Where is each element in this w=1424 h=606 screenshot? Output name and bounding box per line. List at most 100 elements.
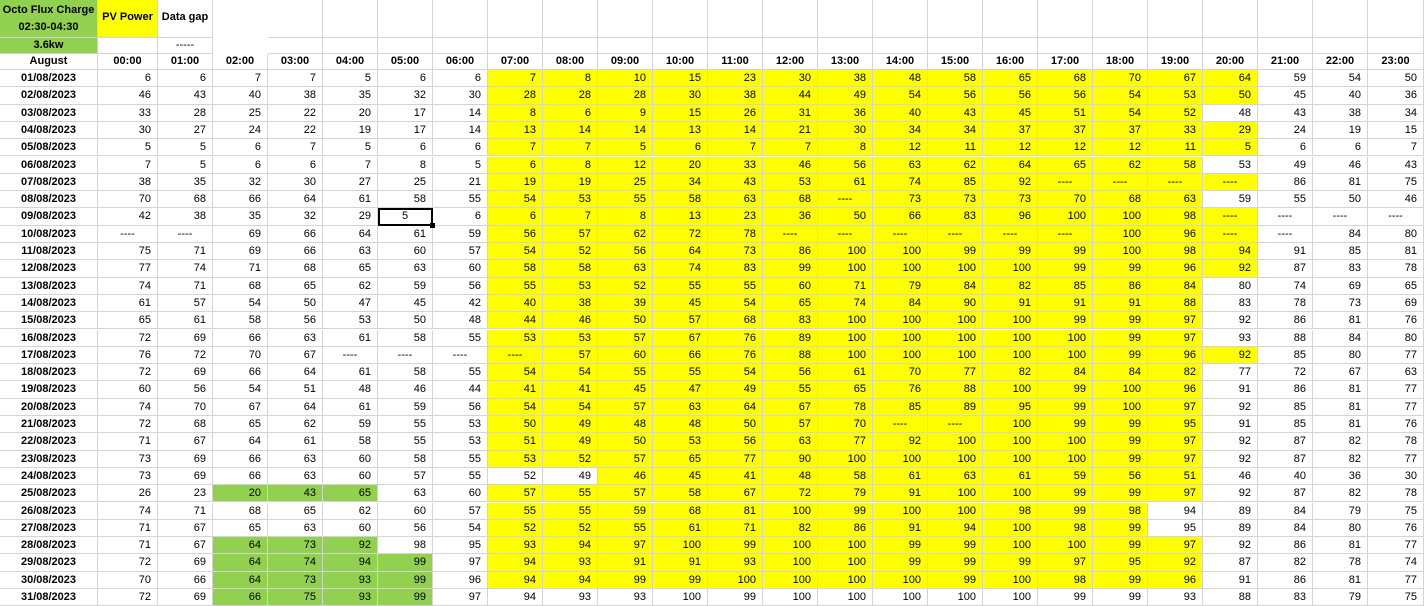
value-cell[interactable]: 64 <box>213 537 268 555</box>
value-cell[interactable]: 82 <box>1313 433 1368 451</box>
value-cell[interactable]: 73 <box>268 571 323 589</box>
data-gap-legend[interactable]: Data gap <box>158 0 213 38</box>
value-cell[interactable]: 83 <box>708 260 763 278</box>
date-cell[interactable]: 29/08/2023 <box>0 554 98 572</box>
value-cell[interactable]: 6 <box>543 104 598 122</box>
value-cell[interactable]: 81 <box>1313 571 1368 589</box>
value-cell[interactable]: 77 <box>1368 381 1424 399</box>
value-cell[interactable]: 61 <box>323 398 378 416</box>
value-cell[interactable]: 99 <box>378 571 433 589</box>
value-cell[interactable]: 54 <box>1313 70 1368 88</box>
value-cell[interactable]: 79 <box>873 277 928 295</box>
value-cell[interactable]: 60 <box>323 450 378 468</box>
value-cell[interactable]: 97 <box>1148 398 1203 416</box>
value-cell[interactable]: 85 <box>873 398 928 416</box>
value-cell[interactable]: 76 <box>1368 416 1424 434</box>
value-cell[interactable]: 61 <box>873 467 928 486</box>
value-cell[interactable]: 84 <box>873 294 928 313</box>
empty-cell[interactable] <box>1093 38 1148 54</box>
value-cell[interactable]: 44 <box>763 87 818 105</box>
spreadsheet-grid[interactable]: Octo Flux Charge 02:30-04:30 3.6kw PV Po… <box>0 0 1424 606</box>
value-cell[interactable]: 54 <box>488 191 543 209</box>
value-cell[interactable]: 60 <box>598 346 653 365</box>
empty-cell[interactable] <box>378 0 433 38</box>
value-cell[interactable]: 42 <box>433 294 488 313</box>
value-cell[interactable]: 61 <box>323 364 378 382</box>
value-cell[interactable]: 85 <box>1258 416 1313 434</box>
date-cell[interactable]: 12/08/2023 <box>0 260 98 278</box>
value-cell[interactable]: 85 <box>928 173 983 192</box>
value-cell[interactable]: 33 <box>708 156 763 174</box>
value-cell[interactable]: 98 <box>378 537 433 555</box>
value-cell[interactable]: 66 <box>213 450 268 468</box>
value-cell[interactable]: 96 <box>1148 381 1203 399</box>
value-cell[interactable]: 13 <box>488 121 543 140</box>
date-cell[interactable]: 25/08/2023 <box>0 485 98 503</box>
value-cell[interactable]: 68 <box>708 312 763 330</box>
value-cell[interactable]: 95 <box>1148 519 1203 538</box>
value-cell[interactable]: 54 <box>708 294 763 313</box>
value-cell[interactable]: 77 <box>1368 398 1424 416</box>
value-cell[interactable]: 17 <box>378 121 433 140</box>
value-cell[interactable]: 100 <box>1093 225 1148 243</box>
hour-header[interactable]: 12:00 <box>763 54 818 70</box>
value-cell[interactable]: 24 <box>1258 121 1313 140</box>
value-cell[interactable]: 57 <box>433 502 488 520</box>
value-cell[interactable]: 68 <box>653 502 708 520</box>
hour-header[interactable]: 17:00 <box>1038 54 1093 70</box>
value-cell[interactable]: 99 <box>1093 571 1148 589</box>
value-cell[interactable]: 57 <box>598 450 653 468</box>
empty-cell[interactable] <box>1203 38 1258 54</box>
empty-cell[interactable] <box>708 0 763 38</box>
value-cell[interactable]: 5 <box>98 139 158 157</box>
value-cell[interactable]: 99 <box>1038 502 1093 520</box>
value-cell[interactable]: 58 <box>378 191 433 209</box>
value-cell[interactable]: 14 <box>433 121 488 140</box>
charge-legend[interactable]: Octo Flux Charge 02:30-04:30 <box>0 0 98 38</box>
value-cell[interactable]: 55 <box>488 277 543 295</box>
value-cell[interactable]: 38 <box>98 173 158 192</box>
value-cell[interactable]: 28 <box>543 87 598 105</box>
value-cell[interactable]: 100 <box>1093 243 1148 261</box>
value-cell[interactable]: 64 <box>268 191 323 209</box>
value-cell[interactable]: 54 <box>488 398 543 416</box>
empty-cell[interactable] <box>763 0 818 38</box>
hour-header[interactable]: 20:00 <box>1203 54 1258 70</box>
value-cell[interactable]: 99 <box>1093 346 1148 365</box>
value-cell[interactable]: 32 <box>378 87 433 105</box>
value-cell[interactable]: 63 <box>323 243 378 261</box>
value-cell[interactable]: 41 <box>488 381 543 399</box>
value-cell[interactable]: 70 <box>158 398 213 416</box>
value-cell[interactable]: 65 <box>1038 156 1093 174</box>
value-cell[interactable]: 72 <box>98 416 158 434</box>
value-cell[interactable]: 90 <box>928 294 983 313</box>
value-cell[interactable]: 72 <box>98 329 158 347</box>
date-cell[interactable]: 11/08/2023 <box>0 243 98 261</box>
value-cell[interactable]: 48 <box>1203 104 1258 122</box>
selected-cell[interactable]: 5 <box>378 208 433 226</box>
value-cell[interactable]: 53 <box>488 329 543 347</box>
value-cell[interactable]: 62 <box>598 225 653 243</box>
value-cell[interactable]: 100 <box>818 571 873 589</box>
value-cell[interactable]: 38 <box>708 87 763 105</box>
value-cell[interactable]: 100 <box>818 554 873 572</box>
value-cell[interactable]: 6 <box>433 70 488 88</box>
empty-cell[interactable] <box>928 0 983 38</box>
value-cell[interactable]: 48 <box>653 416 708 434</box>
value-cell[interactable]: ---- <box>1038 173 1093 192</box>
value-cell[interactable]: 69 <box>158 364 213 382</box>
value-cell[interactable]: 68 <box>1093 191 1148 209</box>
value-cell[interactable]: 46 <box>378 381 433 399</box>
value-cell[interactable]: 6 <box>433 139 488 157</box>
value-cell[interactable]: 78 <box>1313 554 1368 572</box>
value-cell[interactable]: 14 <box>433 104 488 122</box>
empty-cell[interactable] <box>873 0 928 38</box>
value-cell[interactable]: 53 <box>543 191 598 209</box>
date-cell[interactable]: 24/08/2023 <box>0 467 98 486</box>
value-cell[interactable]: 99 <box>1038 312 1093 330</box>
value-cell[interactable]: 67 <box>158 433 213 451</box>
value-cell[interactable]: 63 <box>268 467 323 486</box>
value-cell[interactable]: 97 <box>433 554 488 572</box>
value-cell[interactable]: 74 <box>818 294 873 313</box>
value-cell[interactable]: 99 <box>1093 312 1148 330</box>
